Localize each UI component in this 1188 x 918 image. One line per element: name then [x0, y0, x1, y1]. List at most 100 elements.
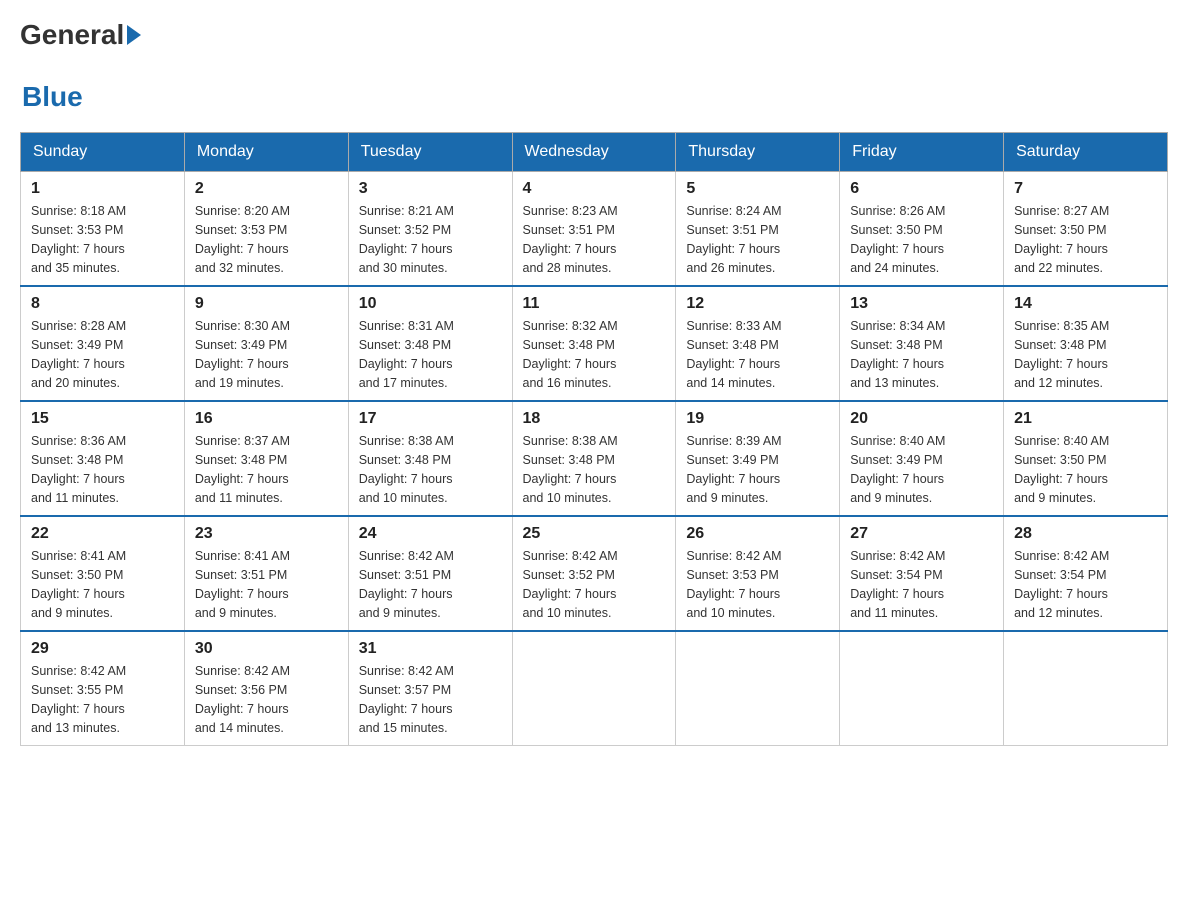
day-number: 1 — [31, 180, 174, 198]
calendar-cell — [1004, 631, 1168, 746]
calendar-week-row: 1 Sunrise: 8:18 AMSunset: 3:53 PMDaylight… — [21, 172, 1168, 287]
logo: General Blue — [20, 20, 144, 112]
day-info: Sunrise: 8:42 AMSunset: 3:51 PMDaylight:… — [359, 547, 502, 622]
day-info: Sunrise: 8:39 AMSunset: 3:49 PMDaylight:… — [686, 432, 829, 507]
day-info: Sunrise: 8:26 AMSunset: 3:50 PMDaylight:… — [850, 202, 993, 277]
day-info: Sunrise: 8:42 AMSunset: 3:52 PMDaylight:… — [523, 547, 666, 622]
calendar-cell — [512, 631, 676, 746]
calendar-cell: 25 Sunrise: 8:42 AMSunset: 3:52 PMDayligh… — [512, 516, 676, 631]
day-number: 26 — [686, 525, 829, 543]
day-info: Sunrise: 8:37 AMSunset: 3:48 PMDaylight:… — [195, 432, 338, 507]
calendar-cell: 14 Sunrise: 8:35 AMSunset: 3:48 PMDayligh… — [1004, 286, 1168, 401]
day-info: Sunrise: 8:27 AMSunset: 3:50 PMDaylight:… — [1014, 202, 1157, 277]
calendar-cell: 13Sunrise: 8:34 AMSunset: 3:48 PMDayligh… — [840, 286, 1004, 401]
day-number: 16 — [195, 410, 338, 428]
calendar-cell: 21 Sunrise: 8:40 AMSunset: 3:50 PMDayligh… — [1004, 401, 1168, 516]
calendar-cell: 11 Sunrise: 8:32 AMSunset: 3:48 PMDayligh… — [512, 286, 676, 401]
day-info: Sunrise: 8:23 AMSunset: 3:51 PMDaylight:… — [523, 202, 666, 277]
day-info: Sunrise: 8:42 AMSunset: 3:56 PMDaylight:… — [195, 662, 338, 737]
day-info: Sunrise: 8:42 AMSunset: 3:53 PMDaylight:… — [686, 547, 829, 622]
weekday-header-sunday: Sunday — [21, 133, 185, 172]
day-info: Sunrise: 8:42 AMSunset: 3:57 PMDaylight:… — [359, 662, 502, 737]
weekday-header-thursday: Thursday — [676, 133, 840, 172]
calendar-cell: 18Sunrise: 8:38 AMSunset: 3:48 PMDayligh… — [512, 401, 676, 516]
calendar-cell: 17 Sunrise: 8:38 AMSunset: 3:48 PMDayligh… — [348, 401, 512, 516]
calendar-week-row: 8 Sunrise: 8:28 AMSunset: 3:49 PMDaylight… — [21, 286, 1168, 401]
day-info: Sunrise: 8:42 AMSunset: 3:54 PMDaylight:… — [1014, 547, 1157, 622]
day-info: Sunrise: 8:34 AMSunset: 3:48 PMDaylight:… — [850, 317, 993, 392]
day-info: Sunrise: 8:41 AMSunset: 3:51 PMDaylight:… — [195, 547, 338, 622]
calendar-cell: 9 Sunrise: 8:30 AMSunset: 3:49 PMDaylight… — [184, 286, 348, 401]
weekday-header-friday: Friday — [840, 133, 1004, 172]
day-info: Sunrise: 8:40 AMSunset: 3:50 PMDaylight:… — [1014, 432, 1157, 507]
day-number: 28 — [1014, 525, 1157, 543]
day-info: Sunrise: 8:21 AMSunset: 3:52 PMDaylight:… — [359, 202, 502, 277]
day-number: 19 — [686, 410, 829, 428]
day-number: 24 — [359, 525, 502, 543]
day-info: Sunrise: 8:41 AMSunset: 3:50 PMDaylight:… — [31, 547, 174, 622]
calendar-table: SundayMondayTuesdayWednesdayThursdayFrid… — [20, 132, 1168, 746]
calendar-cell — [840, 631, 1004, 746]
day-number: 21 — [1014, 410, 1157, 428]
calendar-cell: 2 Sunrise: 8:20 AMSunset: 3:53 PMDaylight… — [184, 172, 348, 287]
weekday-header-tuesday: Tuesday — [348, 133, 512, 172]
day-number: 29 — [31, 640, 174, 658]
calendar-cell: 3 Sunrise: 8:21 AMSunset: 3:52 PMDaylight… — [348, 172, 512, 287]
calendar-cell: 22Sunrise: 8:41 AMSunset: 3:50 PMDayligh… — [21, 516, 185, 631]
calendar-cell: 27 Sunrise: 8:42 AMSunset: 3:54 PMDayligh… — [840, 516, 1004, 631]
day-info: Sunrise: 8:36 AMSunset: 3:48 PMDaylight:… — [31, 432, 174, 507]
calendar-cell: 28 Sunrise: 8:42 AMSunset: 3:54 PMDayligh… — [1004, 516, 1168, 631]
day-number: 8 — [31, 295, 174, 313]
day-info: Sunrise: 8:32 AMSunset: 3:48 PMDaylight:… — [523, 317, 666, 392]
calendar-cell: 5Sunrise: 8:24 AMSunset: 3:51 PMDaylight… — [676, 172, 840, 287]
day-number: 7 — [1014, 180, 1157, 198]
day-info: Sunrise: 8:18 AMSunset: 3:53 PMDaylight:… — [31, 202, 174, 277]
day-number: 11 — [523, 295, 666, 313]
page-header: General Blue — [20, 20, 1168, 112]
day-number: 23 — [195, 525, 338, 543]
day-info: Sunrise: 8:38 AMSunset: 3:48 PMDaylight:… — [359, 432, 502, 507]
day-number: 3 — [359, 180, 502, 198]
calendar-cell: 1 Sunrise: 8:18 AMSunset: 3:53 PMDaylight… — [21, 172, 185, 287]
day-info: Sunrise: 8:30 AMSunset: 3:49 PMDaylight:… — [195, 317, 338, 392]
calendar-cell: 24 Sunrise: 8:42 AMSunset: 3:51 PMDayligh… — [348, 516, 512, 631]
weekday-header-monday: Monday — [184, 133, 348, 172]
day-number: 20 — [850, 410, 993, 428]
day-number: 17 — [359, 410, 502, 428]
day-info: Sunrise: 8:35 AMSunset: 3:48 PMDaylight:… — [1014, 317, 1157, 392]
day-number: 4 — [523, 180, 666, 198]
day-number: 27 — [850, 525, 993, 543]
day-number: 14 — [1014, 295, 1157, 313]
calendar-cell: 8 Sunrise: 8:28 AMSunset: 3:49 PMDaylight… — [21, 286, 185, 401]
calendar-cell: 15 Sunrise: 8:36 AMSunset: 3:48 PMDayligh… — [21, 401, 185, 516]
calendar-cell: 30 Sunrise: 8:42 AMSunset: 3:56 PMDayligh… — [184, 631, 348, 746]
day-number: 9 — [195, 295, 338, 313]
calendar-cell: 29 Sunrise: 8:42 AMSunset: 3:55 PMDayligh… — [21, 631, 185, 746]
calendar-cell: 19 Sunrise: 8:39 AMSunset: 3:49 PMDayligh… — [676, 401, 840, 516]
calendar-cell — [676, 631, 840, 746]
day-number: 6 — [850, 180, 993, 198]
day-info: Sunrise: 8:42 AMSunset: 3:55 PMDaylight:… — [31, 662, 174, 737]
calendar-cell: 31 Sunrise: 8:42 AMSunset: 3:57 PMDayligh… — [348, 631, 512, 746]
calendar-cell: 4 Sunrise: 8:23 AMSunset: 3:51 PMDaylight… — [512, 172, 676, 287]
logo-triangle-icon — [127, 25, 141, 45]
day-info: Sunrise: 8:28 AMSunset: 3:49 PMDaylight:… — [31, 317, 174, 392]
day-info: Sunrise: 8:40 AMSunset: 3:49 PMDaylight:… — [850, 432, 993, 507]
day-info: Sunrise: 8:42 AMSunset: 3:54 PMDaylight:… — [850, 547, 993, 622]
day-info: Sunrise: 8:33 AMSunset: 3:48 PMDaylight:… — [686, 317, 829, 392]
day-number: 15 — [31, 410, 174, 428]
day-number: 30 — [195, 640, 338, 658]
day-info: Sunrise: 8:31 AMSunset: 3:48 PMDaylight:… — [359, 317, 502, 392]
day-info: Sunrise: 8:38 AMSunset: 3:48 PMDaylight:… — [523, 432, 666, 507]
calendar-cell: 20 Sunrise: 8:40 AMSunset: 3:49 PMDayligh… — [840, 401, 1004, 516]
calendar-cell: 6 Sunrise: 8:26 AMSunset: 3:50 PMDaylight… — [840, 172, 1004, 287]
day-info: Sunrise: 8:20 AMSunset: 3:53 PMDaylight:… — [195, 202, 338, 277]
weekday-header-wednesday: Wednesday — [512, 133, 676, 172]
logo-blue-text: Blue — [22, 81, 83, 112]
day-number: 31 — [359, 640, 502, 658]
calendar-week-row: 22Sunrise: 8:41 AMSunset: 3:50 PMDayligh… — [21, 516, 1168, 631]
day-number: 2 — [195, 180, 338, 198]
day-number: 25 — [523, 525, 666, 543]
calendar-cell: 26 Sunrise: 8:42 AMSunset: 3:53 PMDayligh… — [676, 516, 840, 631]
calendar-cell: 10Sunrise: 8:31 AMSunset: 3:48 PMDayligh… — [348, 286, 512, 401]
